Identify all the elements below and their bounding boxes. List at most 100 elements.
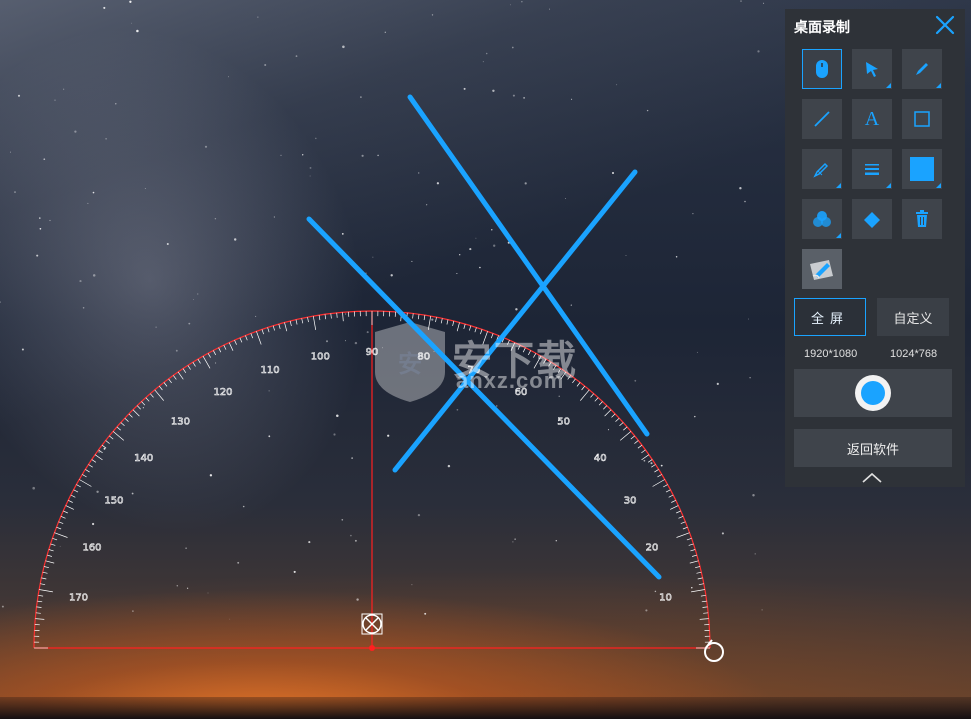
protractor-tick bbox=[132, 409, 140, 417]
protractor-tick bbox=[223, 344, 227, 350]
protractor-tick bbox=[598, 401, 603, 406]
protractor-rotate-handle[interactable] bbox=[704, 639, 724, 662]
star bbox=[696, 351, 698, 353]
protractor-tick bbox=[603, 405, 608, 410]
highlighter-tool-button[interactable] bbox=[802, 149, 842, 189]
drawn-line[interactable] bbox=[392, 169, 638, 473]
rectangle-tool-button[interactable] bbox=[902, 99, 942, 139]
protractor-tick bbox=[50, 543, 56, 546]
protractor-tick bbox=[619, 431, 632, 441]
whiteboard-tool-button[interactable] bbox=[802, 249, 842, 289]
text-tool-button[interactable]: A bbox=[852, 99, 892, 139]
star bbox=[424, 612, 427, 615]
protractor-tick bbox=[42, 571, 48, 574]
screen-record-panel: 桌面录制 A 全屏 自定义 1920*1080 1024*768 返回软件 bbox=[785, 9, 965, 487]
star bbox=[634, 379, 637, 382]
protractor-tick bbox=[324, 314, 327, 320]
star bbox=[646, 109, 649, 112]
protractor-tick bbox=[82, 474, 87, 478]
protractor-tick bbox=[301, 318, 304, 324]
star bbox=[342, 45, 345, 49]
opacity-tool-button[interactable] bbox=[802, 199, 842, 239]
collapse-panel-button[interactable] bbox=[860, 471, 884, 485]
protractor-tick bbox=[695, 566, 701, 569]
star bbox=[136, 29, 139, 33]
star bbox=[650, 462, 653, 465]
protractor-tick bbox=[60, 515, 66, 519]
line-weight-tool-button[interactable] bbox=[852, 149, 892, 189]
protractor-tick bbox=[47, 554, 52, 557]
submenu-indicator bbox=[886, 183, 891, 188]
protractor-tick bbox=[88, 464, 93, 468]
custom-mode-button[interactable]: 自定义 bbox=[877, 298, 949, 336]
line-tool-button[interactable] bbox=[802, 99, 842, 139]
protractor-tick bbox=[440, 318, 443, 324]
fullscreen-mode-button[interactable]: 全屏 bbox=[794, 298, 866, 336]
protractor-tick-label: 170 bbox=[69, 592, 88, 603]
fullscreen-resolution: 1920*1080 bbox=[804, 348, 858, 360]
protractor-tick bbox=[136, 405, 141, 410]
protractor-tick bbox=[187, 365, 191, 370]
star bbox=[21, 348, 24, 351]
close-button[interactable] bbox=[934, 14, 956, 36]
protractor-tick-label: 160 bbox=[82, 542, 101, 553]
color-swatch-icon bbox=[910, 157, 934, 181]
protractor-tick bbox=[692, 554, 697, 557]
star bbox=[749, 377, 751, 379]
protractor-tick bbox=[182, 368, 187, 373]
star bbox=[233, 238, 237, 241]
star bbox=[54, 99, 56, 101]
star bbox=[39, 217, 41, 219]
line-weight-icon bbox=[865, 164, 879, 175]
star bbox=[63, 88, 65, 90]
record-button[interactable] bbox=[794, 369, 952, 417]
star bbox=[144, 188, 146, 189]
protractor-tick bbox=[145, 397, 150, 402]
protractor-center-point bbox=[369, 645, 375, 651]
star bbox=[36, 254, 39, 257]
star bbox=[131, 22, 133, 24]
star bbox=[115, 103, 117, 105]
protractor-tick bbox=[611, 413, 616, 418]
delete-tool-button[interactable] bbox=[902, 199, 942, 239]
star bbox=[354, 539, 357, 542]
star bbox=[564, 197, 566, 199]
protractor-tick bbox=[207, 353, 211, 358]
star bbox=[493, 244, 496, 247]
star bbox=[326, 340, 328, 343]
star bbox=[426, 204, 428, 206]
protractor-tick bbox=[307, 317, 309, 323]
drawn-line[interactable] bbox=[306, 216, 662, 580]
star bbox=[511, 46, 514, 49]
text-icon: A bbox=[864, 107, 880, 130]
eraser-tool-button[interactable] bbox=[852, 199, 892, 239]
record-icon bbox=[855, 375, 891, 411]
protractor-tick bbox=[637, 444, 643, 449]
star bbox=[384, 31, 386, 33]
star bbox=[350, 534, 352, 537]
star bbox=[514, 538, 516, 540]
color-tool-button[interactable] bbox=[902, 149, 942, 189]
star bbox=[645, 609, 648, 612]
protractor-tick bbox=[651, 464, 656, 468]
protractor-tick-label: 110 bbox=[261, 365, 280, 376]
submenu-indicator bbox=[936, 83, 941, 88]
star bbox=[268, 390, 270, 392]
protractor-tick bbox=[678, 515, 684, 519]
star bbox=[411, 260, 413, 262]
return-to-app-button[interactable]: 返回软件 bbox=[794, 429, 952, 467]
submenu-indicator bbox=[936, 183, 941, 188]
star bbox=[103, 6, 106, 9]
star bbox=[129, 0, 132, 3]
star bbox=[482, 61, 484, 63]
pointer-tool-button[interactable] bbox=[852, 49, 892, 89]
star bbox=[387, 434, 390, 437]
star bbox=[521, 1, 523, 3]
mouse-tool-button[interactable] bbox=[802, 49, 842, 89]
protractor-tick bbox=[330, 313, 332, 319]
star bbox=[485, 52, 488, 55]
pen-tool-button[interactable] bbox=[902, 49, 942, 89]
star bbox=[607, 429, 610, 431]
star bbox=[1, 605, 4, 608]
star bbox=[79, 280, 82, 283]
